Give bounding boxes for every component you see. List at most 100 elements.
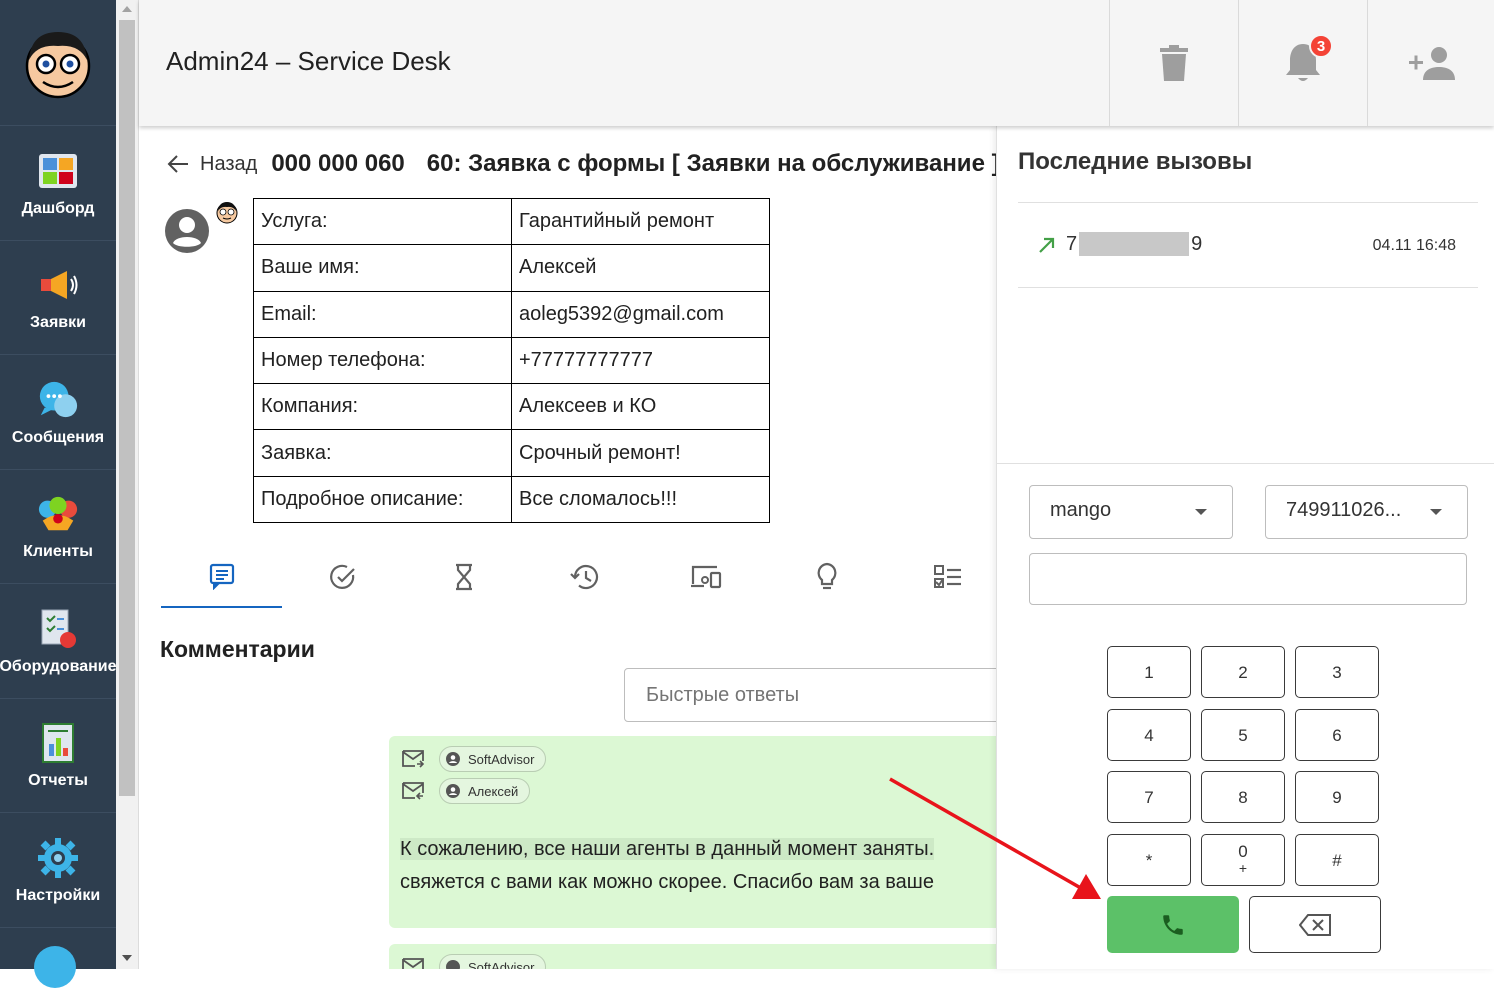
mail-out-icon [402, 750, 425, 768]
sender-chip[interactable]: SoftAdvisor [439, 954, 547, 970]
sidebar-item-dashboard[interactable]: Дашборд [0, 127, 116, 241]
field-value: Алексеев и КО [511, 383, 770, 431]
ticket-tabs [161, 546, 996, 610]
dial-key-1[interactable]: 1 [1107, 646, 1191, 698]
provider-select[interactable]: mango [1029, 485, 1233, 539]
trash-icon [1160, 45, 1188, 81]
dashboard-icon [37, 150, 79, 192]
recent-calls-title: Последние вызовы [1018, 148, 1253, 175]
tab-tasks[interactable] [282, 546, 403, 608]
field-value: Алексей [511, 244, 770, 292]
field-key: Email: [253, 290, 512, 338]
back-link[interactable]: Назад [166, 153, 257, 176]
tab-checklist[interactable] [887, 546, 996, 608]
mini-avatar-face-icon [216, 202, 238, 224]
check-circle-icon [329, 564, 355, 589]
hourglass-icon [455, 563, 472, 591]
report-icon [37, 722, 79, 764]
tab-devices[interactable] [645, 546, 766, 608]
recent-call-item[interactable]: 79 04.11 16:48 [1018, 204, 1478, 288]
dial-key-9[interactable]: 9 [1295, 771, 1379, 823]
line-select[interactable]: 749911026... [1265, 485, 1468, 539]
account-circle-icon [446, 960, 460, 969]
scroll-down-arrow-icon[interactable] [122, 955, 132, 961]
comment-text: К сожалению, все наши агенты в данный мо… [400, 838, 935, 893]
sidebar-item-clients[interactable]: Клиенты [0, 470, 116, 584]
history-icon [569, 564, 598, 590]
dial-key-5[interactable]: 5 [1201, 709, 1285, 761]
tab-knowledge[interactable] [766, 546, 887, 608]
app-title: Admin24 – Service Desk [166, 46, 451, 76]
dial-key-7[interactable]: 7 [1107, 771, 1191, 823]
equipment-icon [37, 608, 79, 650]
megaphone-icon [37, 264, 79, 306]
divider [997, 463, 1494, 464]
comment-card: SoftAdvisor Алексей К сожалению, все наш… [389, 736, 996, 928]
softphone-panel: Последние вызовы 79 04.11 16:48 mango 74… [996, 126, 1494, 969]
comment-sender-row: SoftAdvisor [401, 954, 547, 970]
ticket-main: Назад 000 000 060 60: Заявка с формы [ З… [139, 126, 996, 969]
notification-badge: 3 [1309, 34, 1333, 58]
arrow-left-icon [167, 155, 188, 173]
clients-icon [37, 493, 79, 535]
dial-key-4[interactable]: 4 [1107, 709, 1191, 761]
quick-replies-input[interactable] [624, 668, 996, 722]
backspace-button[interactable] [1249, 896, 1381, 953]
scroll-thumb[interactable] [119, 20, 135, 796]
user-avatar-logo[interactable] [0, 0, 116, 126]
add-user-button[interactable] [1367, 0, 1494, 126]
page-scrollbar[interactable] [116, 0, 139, 969]
trash-button[interactable] [1109, 0, 1238, 126]
field-value: aoleg5392@gmail.com [511, 290, 770, 338]
divider [1018, 202, 1478, 203]
field-value: +77777777777 [511, 336, 770, 385]
dial-key-hash[interactable]: # [1295, 834, 1379, 886]
account-circle-icon [446, 784, 460, 798]
table-row: Email: aoleg5392@gmail.com [253, 290, 770, 338]
table-row: Номер телефона: +77777777777 [253, 336, 770, 385]
tab-history[interactable] [524, 546, 645, 608]
field-value: Гарантийный ремонт [511, 197, 770, 246]
ticket-fields-table: Услуга: Гарантийный ремонт Ваше имя: Алекс… [253, 197, 770, 524]
ticket-title: 60: Заявка с формы [ Заявки на обслужива… [426, 150, 996, 177]
dial-key-6[interactable]: 6 [1295, 709, 1379, 761]
dial-key-8[interactable]: 8 [1201, 771, 1285, 823]
table-row: Заявка: Срочный ремонт! [253, 429, 770, 477]
checklist-icon [933, 565, 961, 588]
sender-name: SoftAdvisor [468, 959, 535, 970]
sidebar: Дашборд Заявки Сообщения Клиенты Оборудо… [0, 0, 116, 988]
table-row: Ваше имя: Алексей [253, 244, 770, 292]
devices-icon [690, 565, 721, 589]
comment-card: SoftAdvisor [389, 944, 996, 969]
field-key: Подробное описание: [253, 475, 512, 524]
tab-comments[interactable] [161, 546, 282, 608]
notifications-button[interactable]: 3 [1238, 0, 1367, 126]
outgoing-call-icon [1039, 237, 1055, 253]
sender-chip[interactable]: SoftAdvisor [439, 746, 547, 772]
call-number: 79 [1066, 232, 1203, 256]
call-time: 04.11 16:48 [1372, 237, 1456, 254]
help-icon[interactable] [34, 946, 76, 988]
recipient-chip[interactable]: Алексей [439, 778, 531, 804]
table-row: Компания: Алексеев и КО [253, 383, 770, 431]
masked-number [1079, 232, 1190, 256]
tab-time[interactable] [403, 546, 524, 608]
sidebar-item-equipment[interactable]: Оборудование [0, 585, 116, 699]
sidebar-item-settings[interactable]: Настройки [0, 814, 116, 928]
recipient-name: Алексей [468, 783, 519, 799]
dial-key-0[interactable]: 0 + [1201, 834, 1285, 886]
dial-number-input[interactable] [1029, 553, 1467, 605]
sidebar-item-reports[interactable]: Отчеты [0, 699, 116, 813]
scroll-up-arrow-icon[interactable] [122, 6, 132, 12]
chevron-down-icon [1195, 509, 1207, 515]
sidebar-item-tickets[interactable]: Заявки [0, 241, 116, 355]
dial-key-star[interactable]: * [1107, 834, 1191, 886]
sidebar-item-messages[interactable]: Сообщения [0, 356, 116, 470]
lightbulb-icon [817, 562, 836, 590]
dial-key-2[interactable]: 2 [1201, 646, 1285, 698]
dial-key-3[interactable]: 3 [1295, 646, 1379, 698]
call-button[interactable] [1107, 896, 1239, 953]
ticket-header-row: Назад 000 000 060 60: Заявка с формы [ З… [166, 150, 996, 178]
field-key: Заявка: [253, 429, 512, 477]
backspace-icon [1299, 913, 1331, 936]
